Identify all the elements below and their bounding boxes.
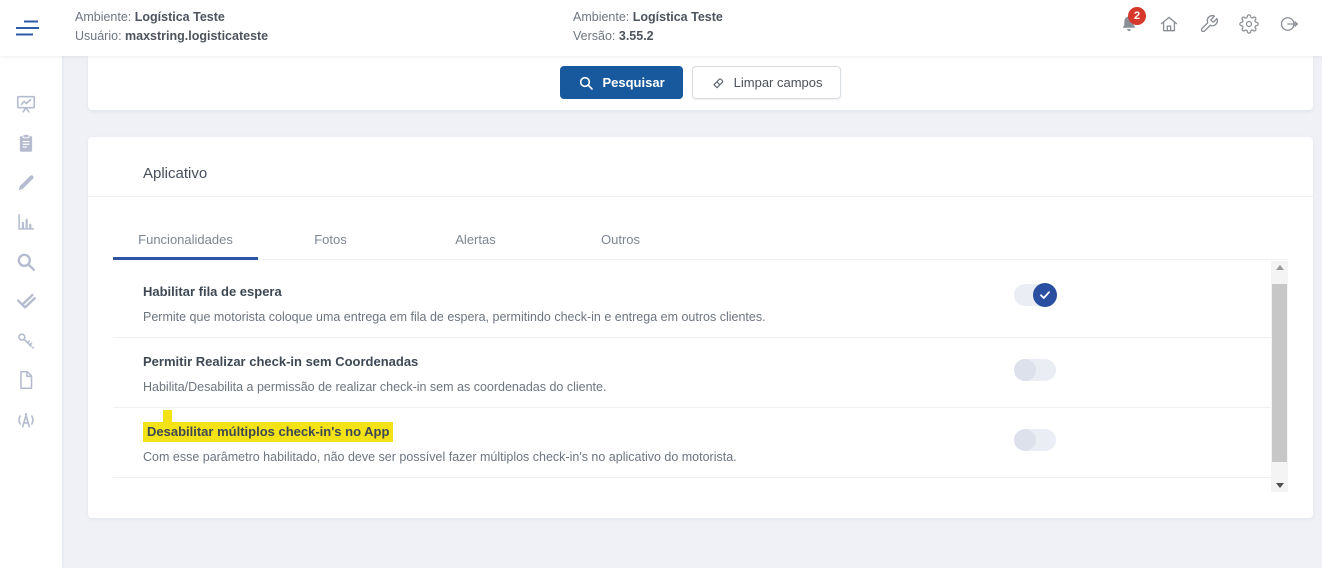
aplicativo-card: Aplicativo Funcionalidades Fotos Alertas… — [88, 137, 1313, 518]
ambiente-line: Ambiente: Logística Teste — [75, 8, 268, 27]
setting-title: Permitir Realizar check-in sem Coordenad… — [143, 354, 1241, 369]
tab-bar: Funcionalidades Fotos Alertas Outros — [113, 221, 693, 260]
setting-title: Habilitar fila de espera — [143, 284, 1241, 299]
key-icon[interactable] — [15, 330, 37, 352]
scrollbar[interactable] — [1271, 261, 1288, 492]
setting-title: Desabilitar múltiplos check-in's no App — [143, 424, 1241, 439]
toggle-knob — [1014, 359, 1036, 381]
setting-description: Permite que motorista coloque uma entreg… — [143, 310, 1241, 324]
clipboard-icon[interactable] — [15, 132, 37, 154]
header-action-icons: 2 — [1119, 14, 1299, 34]
search-icon[interactable] — [15, 251, 37, 273]
ambiente-line: Ambiente: Logística Teste — [573, 8, 723, 27]
left-sidebar — [0, 56, 62, 568]
wrench-icon[interactable] — [1199, 14, 1219, 34]
eraser-icon — [710, 75, 726, 91]
settings-list: Habilitar fila de espera Permite que mot… — [113, 263, 1271, 494]
setting-row: Permitir Realizar check-in sem Coordenad… — [113, 338, 1271, 408]
card-title: Aplicativo — [143, 165, 207, 182]
clear-fields-button[interactable]: Limpar campos — [692, 66, 841, 99]
scrollbar-down-arrow[interactable] — [1271, 479, 1288, 492]
document-icon[interactable] — [15, 369, 37, 391]
double-check-icon[interactable] — [15, 290, 37, 312]
tab-outros[interactable]: Outros — [548, 221, 693, 260]
tab-funcionalidades[interactable]: Funcionalidades — [113, 221, 258, 260]
setting-row: Habilitar fila de espera Permite que mot… — [113, 263, 1271, 338]
usuario-line: Usuário: maxstring.logisticateste — [75, 27, 268, 46]
versao-line: Versão: 3.55.2 — [573, 27, 723, 46]
tab-fotos[interactable]: Fotos — [258, 221, 403, 260]
setting-row: Desabilitar múltiplos check-in's no App … — [113, 408, 1271, 478]
notification-badge: 2 — [1128, 7, 1146, 25]
divider — [88, 196, 1313, 197]
setting-title-text: Desabilitar múltiplos check-in's no App — [143, 422, 393, 442]
toggle-switch[interactable] — [1014, 429, 1056, 451]
search-button-label: Pesquisar — [602, 75, 664, 90]
toggle-switch[interactable] — [1014, 284, 1056, 306]
scrollbar-up-arrow[interactable] — [1271, 261, 1288, 274]
logout-icon[interactable] — [1279, 14, 1299, 34]
presentation-chart-icon[interactable] — [15, 93, 37, 115]
environment-user-info: Ambiente: Logística Teste Usuário: maxst… — [75, 8, 268, 46]
app-header: Ambiente: Logística Teste Usuário: maxst… — [0, 0, 1322, 56]
setting-description: Com esse parâmetro habilitado, não deve … — [143, 450, 1241, 464]
bell-icon[interactable]: 2 — [1119, 14, 1139, 34]
gear-icon[interactable] — [1239, 14, 1259, 34]
hamburger-menu-icon[interactable] — [14, 18, 42, 38]
toggle-knob — [1033, 283, 1057, 307]
tab-alertas[interactable]: Alertas — [403, 221, 548, 260]
clear-fields-button-label: Limpar campos — [734, 75, 823, 90]
check-icon — [1039, 289, 1051, 301]
pencil-icon[interactable] — [15, 172, 37, 194]
search-button[interactable]: Pesquisar — [560, 66, 682, 99]
bar-chart-icon[interactable] — [15, 211, 37, 233]
toggle-knob — [1014, 429, 1036, 451]
search-panel: Pesquisar Limpar campos — [88, 56, 1313, 110]
antenna-icon[interactable] — [15, 409, 37, 431]
environment-version-info: Ambiente: Logística Teste Versão: 3.55.2 — [573, 8, 723, 46]
home-icon[interactable] — [1159, 14, 1179, 34]
setting-description: Habilita/Desabilita a permissão de reali… — [143, 380, 1241, 394]
scrollbar-thumb[interactable] — [1272, 284, 1287, 462]
setting-title-text: Permitir Realizar check-in sem Coordenad… — [143, 354, 418, 369]
toggle-switch[interactable] — [1014, 359, 1056, 381]
setting-title-text: Habilitar fila de espera — [143, 284, 282, 299]
search-icon — [578, 75, 594, 91]
